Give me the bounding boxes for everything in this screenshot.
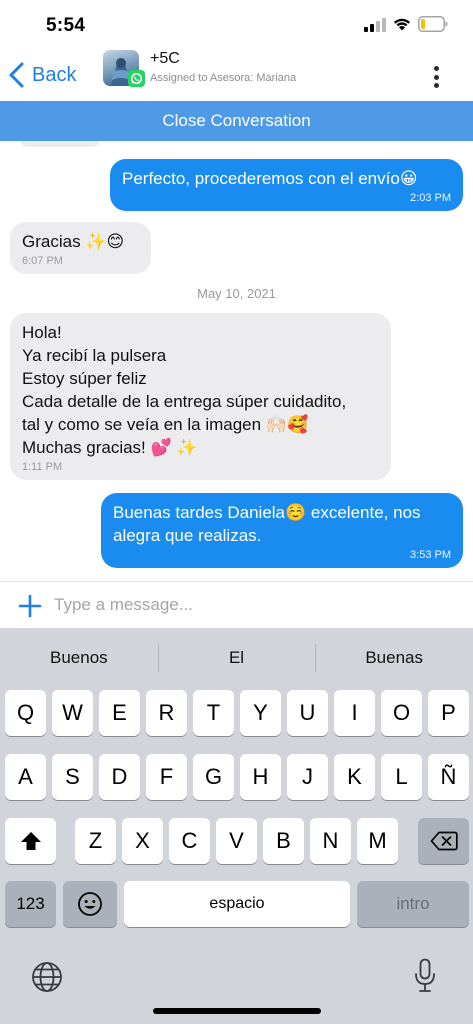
back-label: Back	[32, 63, 77, 86]
key-b[interactable]: B	[263, 818, 304, 864]
globe-icon[interactable]	[30, 960, 64, 994]
message-time: 6:07 PM	[22, 255, 63, 267]
key-s[interactable]: S	[52, 754, 93, 800]
key-x[interactable]: X	[122, 818, 163, 864]
contact-assignment: Assigned to Asesora: Mariana	[150, 72, 297, 84]
close-conversation-button[interactable]: Close Conversation	[0, 101, 473, 141]
microphone-icon[interactable]	[414, 958, 436, 994]
key-e[interactable]: E	[99, 690, 140, 736]
wifi-icon	[394, 18, 410, 31]
key-i[interactable]: I	[334, 690, 375, 736]
more-dot	[433, 66, 439, 71]
whatsapp-icon	[128, 70, 145, 87]
message-bubble-partial	[20, 141, 100, 147]
message-bubble-outgoing[interactable]: Buenas tardes Daniela☺️ excelente, nos a…	[101, 493, 463, 568]
key-c[interactable]: C	[169, 818, 210, 864]
chat-header: Back +5C Assigned to Asesora: Mariana	[0, 48, 473, 102]
shift-key[interactable]	[5, 818, 56, 864]
contact-name[interactable]: +5C	[150, 50, 180, 68]
key-l[interactable]: L	[381, 754, 422, 800]
battery-icon	[418, 16, 448, 32]
message-bubble-incoming[interactable]: Hola! Ya recibí la pulsera Estoy súper f…	[10, 313, 391, 480]
date-separator: May 10, 2021	[197, 286, 276, 301]
message-input[interactable]	[54, 591, 454, 619]
numbers-key[interactable]: 123	[5, 881, 56, 927]
key-enye[interactable]: Ñ	[428, 754, 469, 800]
suggestion-bar: Buenos El Buenas	[0, 640, 473, 676]
key-o[interactable]: O	[381, 690, 422, 736]
key-a[interactable]: A	[5, 754, 46, 800]
suggestion-item[interactable]: Buenas	[315, 640, 473, 676]
key-m[interactable]: M	[357, 818, 398, 864]
message-text: Perfecto, procederemos con el envío😀	[122, 169, 418, 188]
message-time: 3:53 PM	[410, 549, 451, 561]
back-chevron-icon	[9, 62, 24, 88]
more-dot	[433, 83, 439, 88]
composer	[0, 581, 473, 628]
key-v[interactable]: V	[216, 818, 257, 864]
status-time: 5:54	[46, 15, 86, 36]
key-w[interactable]: W	[52, 690, 93, 736]
shift-icon	[20, 832, 41, 850]
key-r[interactable]: R	[146, 690, 187, 736]
key-u[interactable]: U	[287, 690, 328, 736]
message-bubble-outgoing[interactable]: Perfecto, procederemos con el envío😀 2:0…	[110, 159, 463, 211]
return-key[interactable]: intro	[357, 881, 469, 927]
back-button[interactable]: Back	[8, 60, 76, 90]
more-dot	[433, 74, 439, 80]
key-f[interactable]: F	[146, 754, 187, 800]
keyboard: Buenos El Buenas Q W E R T Y U I O P A S…	[0, 628, 473, 1024]
key-n[interactable]: N	[310, 818, 351, 864]
key-j[interactable]: J	[287, 754, 328, 800]
key-k[interactable]: K	[334, 754, 375, 800]
suggestion-item[interactable]: Buenos	[0, 640, 158, 676]
message-list[interactable]: Perfecto, procederemos con el envío😀 2:0…	[0, 141, 473, 581]
more-icon[interactable]	[426, 64, 446, 90]
message-bubble-incoming[interactable]: Gracias ✨😊 6:07 PM	[10, 222, 151, 274]
key-q[interactable]: Q	[5, 690, 46, 736]
home-indicator[interactable]	[153, 1008, 321, 1014]
message-time: 1:11 PM	[22, 461, 63, 473]
key-z[interactable]: Z	[75, 818, 116, 864]
key-h[interactable]: H	[240, 754, 281, 800]
backspace-icon	[430, 831, 458, 851]
message-text: Hola! Ya recibí la pulsera Estoy súper f…	[22, 323, 347, 457]
message-time: 2:03 PM	[410, 192, 451, 204]
key-d[interactable]: D	[99, 754, 140, 800]
message-text: Buenas tardes Daniela☺️ excelente, nos a…	[113, 503, 421, 545]
key-t[interactable]: T	[193, 690, 234, 736]
status-bar: 5:54	[0, 0, 473, 48]
emoji-key[interactable]	[63, 881, 117, 927]
key-p[interactable]: P	[428, 690, 469, 736]
key-g[interactable]: G	[193, 754, 234, 800]
space-key[interactable]: espacio	[124, 881, 350, 927]
suggestion-item[interactable]: El	[157, 640, 316, 676]
key-y[interactable]: Y	[240, 690, 281, 736]
message-text: Gracias ✨😊	[22, 232, 125, 251]
backspace-key[interactable]	[418, 818, 469, 864]
plus-icon[interactable]	[18, 594, 42, 618]
emoji-icon	[78, 892, 102, 916]
signal-icon	[364, 18, 386, 32]
